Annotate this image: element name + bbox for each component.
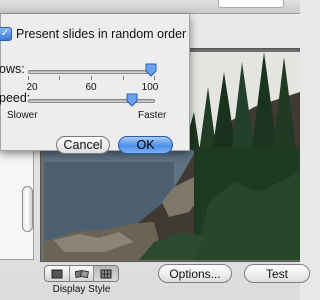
tick xyxy=(28,76,29,80)
shows-tick-label: 100 xyxy=(141,82,159,93)
checkmark-icon: ✓ xyxy=(0,28,10,39)
speed-min-label: Slower xyxy=(7,110,38,121)
mosaic-icon xyxy=(74,269,89,278)
display-style-single[interactable] xyxy=(45,266,70,281)
test-button[interactable]: Test xyxy=(244,264,310,283)
display-style-label: Display Style xyxy=(52,284,111,295)
speed-max-label: Faster xyxy=(138,110,167,121)
tick xyxy=(59,76,60,80)
shows-slider-label: ows: xyxy=(0,62,25,76)
tick xyxy=(123,76,124,80)
options-button[interactable]: Options... xyxy=(158,264,232,283)
display-style-grid[interactable] xyxy=(94,266,118,281)
window-titlebar xyxy=(0,0,300,14)
single-slide-icon xyxy=(51,269,63,278)
search-field-edge[interactable] xyxy=(218,0,284,8)
slideshow-options-sheet: ✓ Present slides in random order ows: 20… xyxy=(0,14,190,154)
grid-icon xyxy=(100,269,112,278)
cancel-button[interactable]: Cancel xyxy=(56,136,110,154)
tick xyxy=(91,76,92,80)
list-scrollbar-thumb[interactable] xyxy=(22,186,33,232)
shows-tick-label: 60 xyxy=(85,82,97,93)
display-style-control[interactable] xyxy=(44,265,119,282)
shows-slider-ticks xyxy=(28,76,155,80)
tick xyxy=(154,76,155,80)
shows-slider-track[interactable] xyxy=(28,70,155,74)
ok-button[interactable]: OK xyxy=(118,136,173,154)
speed-slider-knob[interactable] xyxy=(126,93,138,107)
speed-slider-label: peed: xyxy=(0,91,31,105)
shows-slider-knob[interactable] xyxy=(145,63,157,77)
random-order-checkbox[interactable]: ✓ xyxy=(0,27,12,41)
display-style-mosaic[interactable] xyxy=(70,266,95,281)
random-order-label: Present slides in random order xyxy=(16,27,187,41)
